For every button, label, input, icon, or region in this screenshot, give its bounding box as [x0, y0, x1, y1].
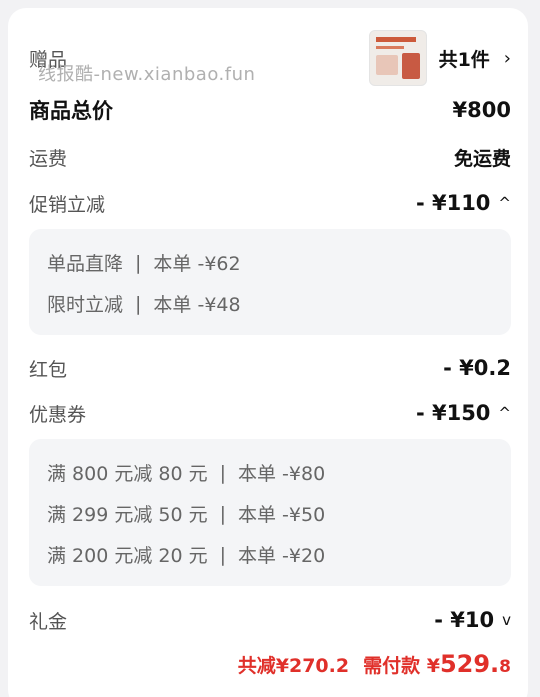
redpacket-value: - ¥0.2 — [443, 356, 511, 380]
coupon-detail-item: 满 200 元减 20 元 | 本单 -¥20 — [47, 541, 325, 568]
chevron-right-icon[interactable]: › — [504, 48, 511, 69]
separator: | — [219, 502, 227, 525]
detail-scope: 本单 -¥80 — [238, 463, 326, 485]
cashgift-amount: - ¥10 — [434, 608, 495, 632]
promotion-label: 促销立减 — [29, 193, 106, 216]
detail-scope: 本单 -¥48 — [153, 294, 241, 316]
detail-name: 限时立减 — [47, 294, 124, 316]
total-value: ¥800 — [452, 98, 511, 122]
detail-scope: 本单 -¥50 — [238, 504, 326, 526]
coupon-details: 满 800 元减 80 元 | 本单 -¥80 满 299 元减 50 元 | … — [29, 439, 511, 586]
total-label: 商品总价 — [29, 99, 113, 123]
total-row: 商品总价 ¥800 — [29, 94, 511, 126]
coupon-amount: - ¥150 — [415, 401, 491, 425]
separator: | — [135, 251, 142, 274]
pay-amount-main: 529. — [439, 650, 500, 678]
redpacket-row[interactable]: 红包 - ¥0.2 — [29, 352, 511, 384]
gift-count: 共1件 — [438, 48, 490, 71]
detail-name: 满 200 元减 20 元 — [47, 545, 208, 567]
watermark-text: 线报酷-new.xianbao.fun — [38, 64, 256, 85]
detail-scope: 本单 -¥20 — [238, 545, 326, 567]
detail-name: 单品直降 — [47, 253, 124, 275]
shipping-value: 免运费 — [453, 147, 511, 170]
promotion-amount: - ¥110 — [415, 191, 491, 215]
promotion-detail-item: 单品直降 | 本单 -¥62 — [47, 249, 241, 276]
separator: | — [219, 461, 227, 484]
coupon-detail-item: 满 800 元减 80 元 | 本单 -¥80 — [47, 459, 325, 486]
separator: | — [219, 543, 227, 566]
shipping-row: 运费 免运费 — [29, 142, 511, 172]
promotion-details: 单品直降 | 本单 -¥62 限时立减 | 本单 -¥48 — [29, 229, 511, 335]
coupon-detail-item: 满 299 元减 50 元 | 本单 -¥50 — [47, 500, 325, 527]
chevron-down-icon[interactable]: v — [502, 611, 511, 629]
promotion-detail-item: 限时立减 | 本单 -¥48 — [47, 290, 241, 317]
total-saved: 共减¥270.2 — [237, 655, 350, 677]
cashgift-value[interactable]: - ¥10 v — [434, 608, 511, 632]
detail-name: 满 299 元减 50 元 — [47, 504, 208, 526]
detail-name: 满 800 元减 80 元 — [47, 463, 208, 485]
coupon-row[interactable]: 优惠券 - ¥150 ^ — [29, 397, 511, 429]
pay-amount-decimal: 8 — [499, 657, 511, 677]
gift-summary[interactable]: 共1件 › — [368, 30, 511, 86]
cashgift-label: 礼金 — [29, 610, 68, 633]
shipping-label: 运费 — [29, 147, 68, 170]
separator: | — [135, 292, 142, 315]
coupon-label: 优惠券 — [29, 403, 87, 426]
cashgift-row[interactable]: 礼金 - ¥10 v — [29, 604, 511, 636]
chevron-up-icon[interactable]: ^ — [498, 194, 511, 212]
promotion-value[interactable]: - ¥110 ^ — [416, 191, 511, 215]
detail-scope: 本单 -¥62 — [153, 253, 241, 275]
coupon-value[interactable]: - ¥150 ^ — [416, 401, 511, 425]
promotion-row[interactable]: 促销立减 - ¥110 ^ — [29, 187, 511, 219]
payment-summary: 共减¥270.2 需付款 ¥ 529. 8 — [238, 650, 511, 678]
pay-label: 需付款 ¥ — [363, 655, 440, 677]
gift-product-thumbnail[interactable] — [368, 30, 427, 86]
chevron-up-icon[interactable]: ^ — [498, 404, 511, 422]
redpacket-label: 红包 — [29, 358, 68, 381]
